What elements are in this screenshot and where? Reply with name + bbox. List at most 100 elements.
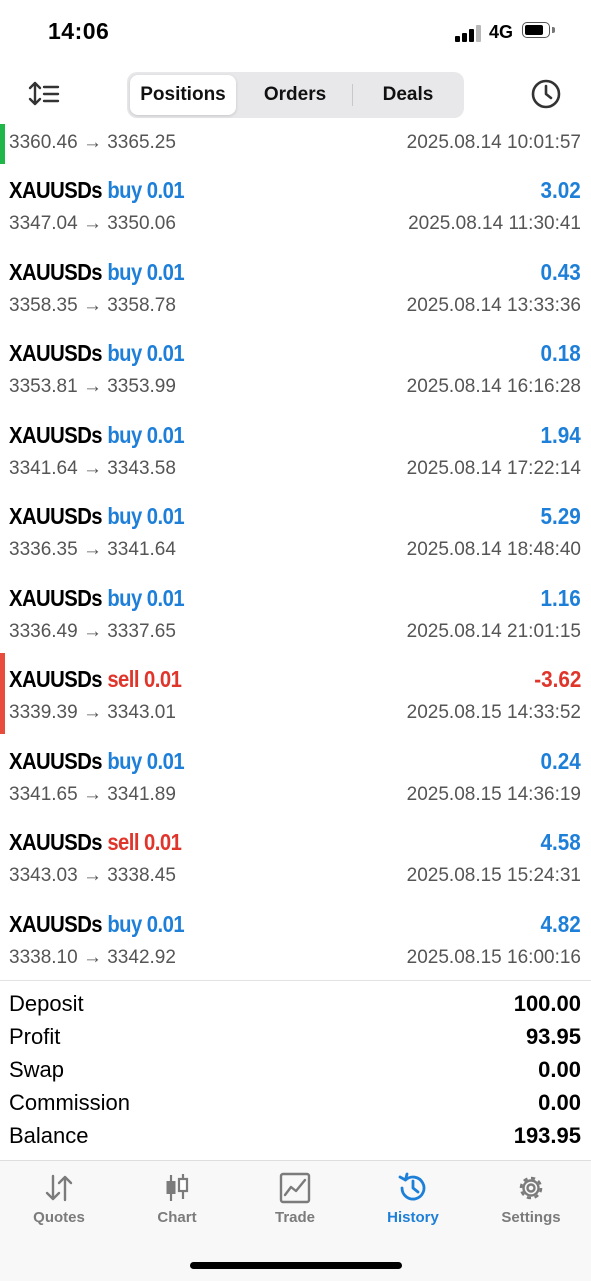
segment-divider [352, 84, 353, 106]
summary-value: 100.00 [513, 991, 581, 1016]
summary-label: Commission [9, 1090, 131, 1115]
deal-prices: 3336.49 → 3337.65 [9, 620, 176, 642]
deal-side-volume: buy 0.01 [107, 340, 185, 366]
deal-symbol-line: XAUUSDs buy 0.01 [9, 177, 185, 204]
summary-profit: Profit 93.95 [0, 1024, 591, 1057]
deal-datetime: 2025.08.14 17:22:14 [406, 457, 581, 479]
tab-trade[interactable]: Trade [236, 1171, 354, 1241]
tab-deals[interactable]: Deals [355, 75, 461, 115]
history-segmented-control: Positions Orders Deals [127, 72, 464, 118]
tab-settings[interactable]: Settings [472, 1171, 590, 1241]
deal-symbol: XAUUSDs [9, 258, 103, 285]
deal-side-volume: buy 0.01 [107, 177, 185, 203]
deal-prices: 3336.35 → 3341.64 [9, 539, 176, 560]
summary-balance: Balance 193.95 [0, 1123, 591, 1156]
deal-prices: 3341.65 → 3341.89 [9, 783, 176, 805]
deal-profit: 0.18 [540, 340, 581, 366]
battery-icon [522, 22, 555, 40]
list-item[interactable]: XAUUSDs buy 0.01 1.94 3341.64 → 3343.58 2… [0, 409, 591, 491]
deal-profit: 4.82 [540, 910, 581, 937]
deal-datetime: 2025.08.15 14:33:52 [406, 702, 581, 723]
list-item[interactable]: XAUUSDs buy 0.01 0.18 3353.81 → 3353.99 2… [0, 327, 591, 409]
status-time: 14:06 [48, 18, 110, 44]
deal-profit: 4.58 [540, 829, 581, 855]
deal-datetime: 2025.08.14 16:16:28 [406, 376, 581, 397]
summary-value: 0.00 [538, 1057, 581, 1082]
deal-side-volume: buy 0.01 [107, 584, 185, 611]
list-item[interactable]: XAUUSDs sell 0.01 4.58 3343.03 → 3338.45 … [0, 816, 591, 898]
deal-datetime: 2025.08.15 14:36:19 [406, 783, 581, 805]
deal-symbol: XAUUSDs [9, 340, 103, 366]
deal-symbol: XAUUSDs [9, 910, 103, 937]
deal-datetime: 2025.08.14 18:48:40 [406, 539, 581, 560]
deal-side-volume: sell 0.01 [107, 666, 182, 692]
deal-prices: 3347.04 → 3350.06 [9, 213, 176, 234]
deal-side-volume: buy 0.01 [107, 258, 185, 285]
list-item[interactable]: XAUUSDs buy 0.01 1.16 3336.49 → 3337.65 2… [0, 572, 591, 654]
deal-symbol: XAUUSDs [9, 177, 103, 203]
deal-datetime: 2025.08.14 13:33:36 [406, 294, 581, 316]
quotes-arrows-icon [45, 1174, 73, 1202]
tab-history[interactable]: History [354, 1171, 472, 1241]
deal-symbol: XAUUSDs [9, 666, 103, 692]
tab-label: Settings [501, 1209, 561, 1226]
tab-label: History [387, 1209, 439, 1226]
gear-icon [519, 1176, 543, 1200]
list-item[interactable]: XAUUSDs sell 0.01 -3.62 3339.39 → 3343.01… [0, 653, 591, 735]
deal-symbol-line: XAUUSDs buy 0.01 [9, 503, 185, 530]
deal-profit: 3.02 [540, 177, 581, 203]
list-item[interactable]: XAUUSDs buy 0.01 4.82 3338.10 → 3342.92 2… [0, 898, 591, 980]
period-button[interactable] [530, 78, 562, 110]
list-item[interactable]: XAUUSDs buy 0.01 5.29 3336.35 → 3341.64 2… [0, 490, 591, 572]
tab-label: Trade [274, 1209, 316, 1226]
deal-symbol: XAUUSDs [9, 421, 103, 448]
deal-prices: 3353.81 → 3353.99 [9, 376, 176, 397]
deal-side-volume: buy 0.01 [107, 503, 185, 529]
deal-prices: 3360.46 → 3365.25 [9, 132, 176, 153]
deal-prices: 3358.35 → 3358.78 [9, 294, 176, 316]
deal-prices: 3338.10 → 3342.92 [9, 946, 176, 968]
tab-chart[interactable]: Chart [118, 1171, 236, 1241]
tab-positions[interactable]: Positions [130, 75, 236, 115]
deal-datetime: 2025.08.15 16:00:16 [406, 946, 581, 968]
deal-prices: 3343.03 → 3338.45 [9, 865, 176, 886]
deal-symbol-line: XAUUSDs sell 0.01 [9, 666, 182, 693]
tab-quotes[interactable]: Quotes [0, 1171, 118, 1241]
sort-button[interactable] [28, 80, 62, 108]
list-item[interactable]: XAUUSDs buy 0.01 0.43 3358.35 → 3358.78 2… [0, 246, 591, 328]
deal-symbol-line: XAUUSDs buy 0.01 [9, 421, 185, 449]
loss-stripe [0, 653, 5, 734]
deal-side-volume: buy 0.01 [107, 910, 185, 937]
summary-value: 93.95 [525, 1024, 581, 1049]
list-item[interactable]: XAUUSDs buy 0.01 0.24 3341.65 → 3341.89 2… [0, 735, 591, 817]
history-header: Positions Orders Deals [0, 66, 591, 124]
deal-symbol-line: XAUUSDs buy 0.01 [9, 584, 185, 612]
deal-symbol: XAUUSDs [9, 503, 103, 529]
deal-symbol: XAUUSDs [9, 584, 103, 611]
summary-label: Balance [9, 1123, 89, 1148]
deal-profit: 0.43 [540, 258, 581, 285]
deal-datetime: 2025.08.14 11:30:41 [408, 213, 581, 234]
deal-profit: 1.94 [540, 421, 581, 448]
deal-side-volume: buy 0.01 [107, 421, 185, 448]
summary-deposit: Deposit 100.00 [0, 991, 591, 1024]
tab-orders[interactable]: Orders [242, 75, 348, 115]
list-item[interactable]: XAUUSDs buy 0.01 3.02 3347.04 → 3350.06 2… [0, 164, 591, 246]
deal-symbol: XAUUSDs [9, 829, 103, 855]
deal-prices: 3339.39 → 3343.01 [9, 702, 176, 723]
deal-side-volume: sell 0.01 [107, 829, 182, 855]
summary-value: 0.00 [538, 1090, 581, 1115]
summary-label: Swap [9, 1057, 65, 1082]
summary-commission: Commission 0.00 [0, 1090, 591, 1123]
home-indicator[interactable] [190, 1262, 402, 1269]
deal-side-volume: buy 0.01 [107, 747, 185, 774]
deal-symbol-line: XAUUSDs buy 0.01 [9, 258, 185, 286]
deal-profit: -3.62 [533, 666, 581, 692]
network-type: 4G [489, 22, 514, 42]
deal-profit: 0.24 [540, 747, 581, 774]
deal-symbol-line: XAUUSDs buy 0.01 [9, 340, 185, 367]
deal-datetime: 2025.08.14 21:01:15 [406, 620, 581, 642]
clock-icon [531, 79, 561, 109]
tab-label: Chart [157, 1209, 197, 1226]
list-item[interactable]: 3360.46 → 3365.25 2025.08.14 10:01:57 [0, 124, 591, 164]
